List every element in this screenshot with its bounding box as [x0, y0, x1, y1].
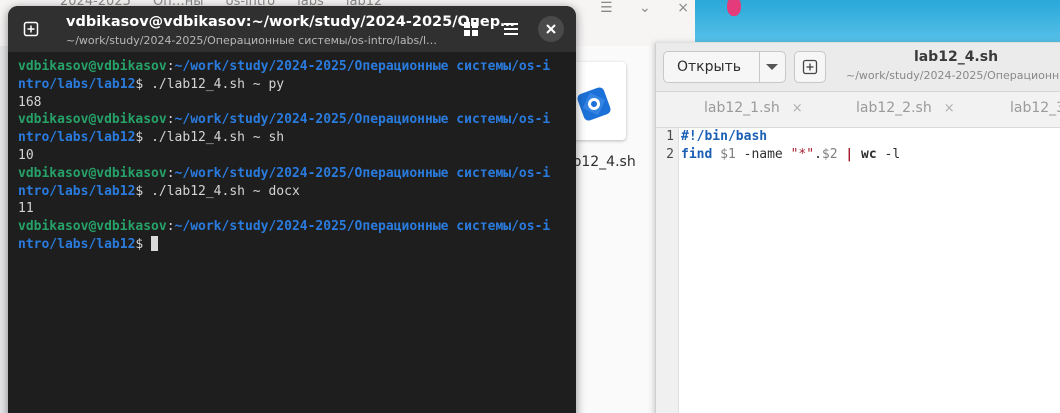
close-icon[interactable]: × [677, 0, 689, 16]
text-editor-window[interactable]: Открыть lab12_4.sh ~/work/study/2024-202… [655, 43, 1060, 413]
desktop-wallpaper [695, 0, 1060, 42]
text-cursor [151, 235, 159, 251]
terminal-line: ntro/labs/lab12$ ./lab12_4.sh ~ py [18, 76, 285, 92]
line-number: 2 [666, 147, 674, 162]
new-tab-icon [802, 59, 818, 75]
code-line: #!/bin/bash [681, 129, 768, 144]
tab-close-icon[interactable]: × [792, 101, 803, 116]
editor-tab-bar: lab12_1.sh× lab12_2.sh× lab12_3.sh× [656, 92, 1060, 128]
terminal-subtitle: ~/work/study/2024-2025/Операционные сист… [66, 34, 438, 47]
line-number-gutter: 1 2 [656, 128, 679, 413]
editor-subtitle: ~/work/study/2024-2025/Операционные сист… [846, 69, 1060, 82]
code-line: find $1 -name "*".$2 | wc -l [681, 147, 901, 162]
balloon-image [727, 0, 741, 16]
new-tab-button[interactable] [18, 16, 44, 42]
code-area[interactable]: #!/bin/bash find $1 -name "*".$2 | wc -l [681, 128, 900, 164]
close-icon [546, 24, 556, 34]
terminal-line: ntro/labs/lab12$ ./lab12_4.sh ~ sh [18, 130, 285, 146]
tab-lab12-1[interactable]: lab12_1.sh × [704, 92, 803, 128]
terminal-line: vdbikasov@vdbikasov:~/work/study/2024-20… [18, 112, 551, 128]
terminal-line: 11 [18, 201, 34, 217]
terminal-line: 10 [18, 147, 34, 163]
tab-lab12-2[interactable]: lab12_2.sh × [856, 92, 955, 128]
tab-lab12-3[interactable]: lab12_3.sh× [1010, 92, 1060, 128]
menu-button[interactable] [498, 16, 524, 42]
terminal-header-bar[interactable]: vdbikasov@vdbikasov:~/work/study/2024-20… [8, 6, 576, 52]
terminal-line: ntro/labs/lab12$ ./lab12_4.sh ~ docx [18, 183, 300, 199]
new-document-button[interactable] [794, 51, 826, 83]
new-tab-icon [23, 21, 39, 37]
tab-overview-button[interactable] [458, 16, 484, 42]
terminal-line: vdbikasov@vdbikasov:~/work/study/2024-20… [18, 165, 551, 181]
terminal-line: 168 [18, 94, 42, 110]
list-view-icon[interactable]: ☰ [600, 0, 613, 16]
close-button[interactable] [538, 16, 564, 42]
terminal-line: vdbikasov@vdbikasov:~/work/study/2024-20… [18, 59, 551, 74]
terminal-window[interactable]: vdbikasov@vdbikasov:~/work/study/2024-20… [8, 6, 576, 413]
terminal-output[interactable]: vdbikasov@vdbikasov:~/work/study/2024-20… [18, 58, 568, 254]
open-button[interactable]: Открыть [663, 51, 786, 83]
file-icon-lab12-4[interactable] [572, 62, 626, 142]
open-button-label: Открыть [677, 59, 741, 75]
grid-icon [464, 22, 478, 36]
script-gear-icon [577, 87, 611, 121]
editor-title: lab12_4.sh [913, 49, 999, 65]
terminal-line: vdbikasov@vdbikasov:~/work/study/2024-20… [18, 219, 551, 235]
editor-header-bar[interactable]: Открыть lab12_4.sh ~/work/study/2024-202… [656, 43, 1060, 92]
chevron-down-icon[interactable]: ⌄ [639, 0, 651, 16]
line-number: 1 [666, 129, 674, 144]
hamburger-icon [504, 23, 518, 35]
tab-close-icon[interactable]: × [944, 101, 955, 116]
chevron-down-icon[interactable] [765, 61, 779, 73]
terminal-title: vdbikasov@vdbikasov:~/work/study/2024-20… [66, 14, 515, 30]
terminal-prompt-line[interactable]: ntro/labs/lab12$ [18, 235, 568, 254]
